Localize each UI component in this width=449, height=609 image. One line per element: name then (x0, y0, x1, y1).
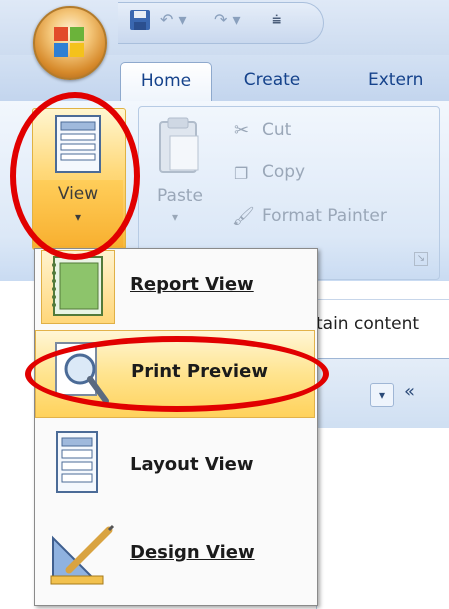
copy-icon: ❐ (234, 164, 249, 183)
design-view-icon (47, 518, 117, 588)
callout-ring-view-button (10, 92, 140, 260)
customize-qat-icon[interactable]: ⩧ (272, 8, 292, 32)
collapse-chevron-icon[interactable]: « (404, 381, 415, 402)
paste-button[interactable]: Paste (150, 186, 210, 206)
copy-button[interactable]: Copy (262, 162, 305, 182)
cut-icon: ✂ (234, 120, 250, 141)
menu-label-design-view-text: Design View (130, 542, 255, 563)
cut-button[interactable]: Cut (262, 120, 291, 140)
nav-dropdown-icon[interactable]: ▾ (370, 383, 394, 407)
save-icon[interactable] (128, 8, 152, 32)
menu-label-report-view-text: Report View (130, 274, 254, 295)
menu-label-layout-view-text: Layout View (130, 454, 254, 475)
tab-external-data[interactable]: Extern (368, 62, 449, 102)
message-bar-top (316, 281, 449, 300)
navigation-pane-header: ▾ « (316, 358, 449, 429)
dialog-launcher-icon[interactable]: ↘ (414, 252, 428, 266)
layout-view-icon (49, 428, 109, 498)
office-logo-icon (52, 25, 86, 59)
callout-ring-print-preview (25, 336, 329, 412)
tab-home[interactable]: Home (120, 62, 212, 103)
menu-label-design-view: Design View (130, 542, 255, 563)
menu-item-layout-view[interactable]: Layout View (35, 420, 315, 508)
message-bar-text: tain content (316, 314, 420, 334)
report-view-icon (41, 250, 115, 324)
format-painter-icon: 🖌 (232, 206, 255, 227)
format-painter-button[interactable]: Format Painter (262, 206, 387, 226)
menu-label-report-view: Report View (130, 274, 254, 295)
navigation-pane (316, 428, 449, 609)
paste-icon (154, 116, 202, 180)
undo-icon[interactable]: ↶ ▾ (160, 8, 200, 32)
tab-create[interactable]: Create (232, 62, 312, 102)
menu-label-layout-view: Layout View (130, 454, 253, 475)
paste-chevron-icon: ▾ (172, 210, 179, 224)
message-bar: tain content (316, 300, 449, 358)
redo-icon[interactable]: ↷ ▾ (214, 8, 254, 32)
menu-item-design-view[interactable]: Design View (35, 508, 315, 596)
